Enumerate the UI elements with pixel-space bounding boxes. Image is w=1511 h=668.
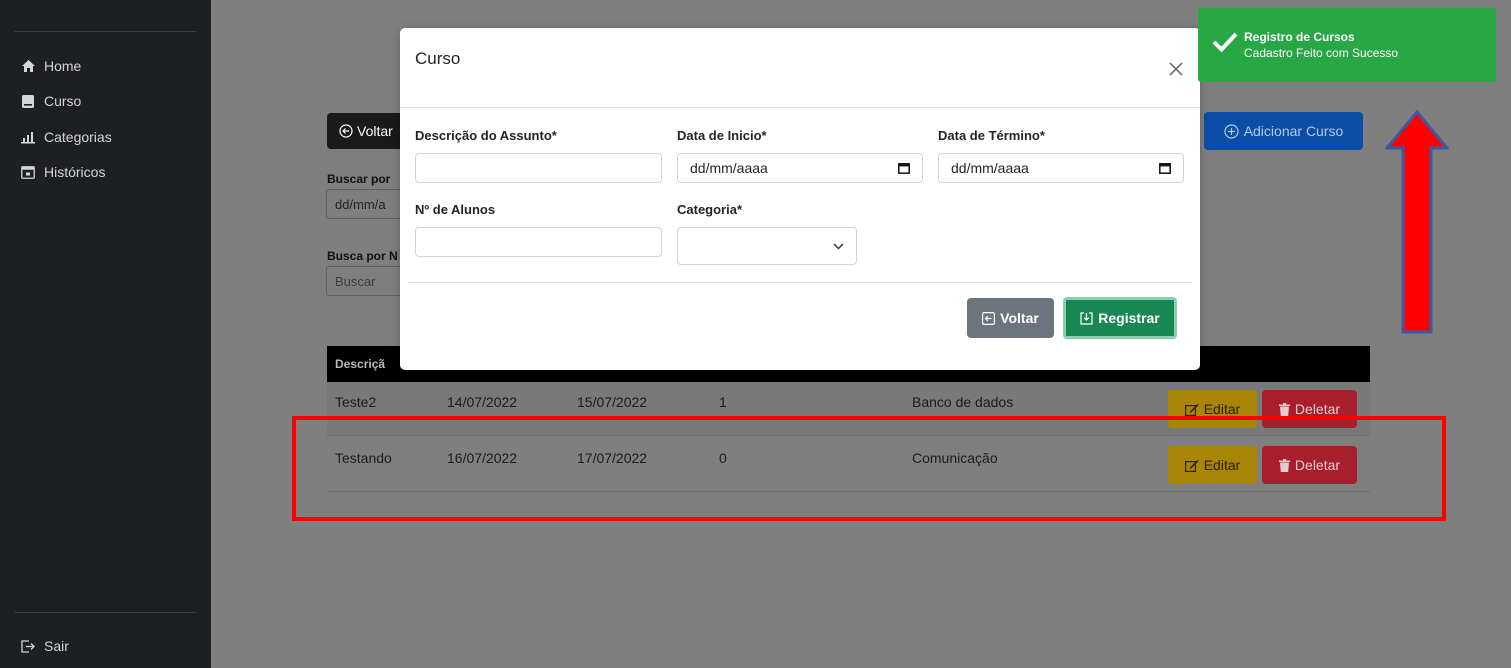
annotation-highlight-box	[292, 416, 1446, 521]
arrow-left-circle-icon	[339, 124, 353, 138]
calendar-icon[interactable]	[898, 162, 910, 174]
cell-inicio: 14/07/2022	[447, 394, 518, 410]
register-button[interactable]: Registrar	[1063, 297, 1177, 339]
sidebar: Home Curso Categorias Históricos Sair	[0, 0, 211, 668]
sidebar-item-home[interactable]: Home	[20, 55, 81, 77]
sidebar-item-label: Home	[44, 58, 82, 74]
search-date-label: Buscar por	[327, 172, 391, 186]
modal-title: Curso	[415, 49, 461, 68]
calendar-icon	[20, 165, 36, 179]
inicio-date-input[interactable]: dd/mm/aaaa	[677, 153, 923, 183]
calendar-icon[interactable]	[1159, 162, 1171, 174]
sidebar-item-label: Curso	[44, 93, 82, 109]
course-modal: Curso Descrição do Assunto* Data de Inic…	[400, 28, 1200, 370]
chevron-down-icon	[833, 242, 844, 250]
add-course-button[interactable]: Adicionar Curso	[1204, 112, 1363, 150]
close-icon	[1169, 62, 1183, 76]
cell-alunos: 1	[719, 394, 727, 410]
bar-chart-icon	[20, 131, 36, 144]
sidebar-item-label: Sair	[44, 638, 69, 654]
home-icon	[20, 60, 36, 72]
alunos-label: Nº de Alunos	[415, 202, 496, 217]
search-name-label: Busca por N	[327, 249, 398, 263]
cell-categoria: Banco de dados	[912, 394, 1014, 410]
check-icon	[1212, 32, 1238, 53]
cell-termino: 15/07/2022	[577, 394, 648, 410]
box-arrow-in-down-icon	[1080, 311, 1093, 325]
descricao-label: Descrição do Assunto*	[415, 128, 557, 143]
success-toast[interactable]: Registro de Cursos Cadastro Feito com Su…	[1198, 8, 1496, 82]
sign-out-icon	[20, 639, 36, 653]
box-arrow-left-icon	[982, 311, 996, 325]
sidebar-divider-bottom	[14, 612, 196, 613]
book-icon	[20, 94, 36, 108]
sidebar-item-label: Históricos	[44, 164, 106, 180]
categoria-label: Categoria*	[677, 202, 743, 217]
plus-circle-icon	[1224, 123, 1239, 139]
cell-descricao: Teste2	[335, 394, 377, 410]
sidebar-item-label: Categorias	[44, 129, 112, 145]
descricao-input[interactable]	[415, 153, 662, 183]
termino-label: Data de Término*	[938, 128, 1045, 143]
modal-header: Curso	[400, 28, 1200, 108]
categoria-select[interactable]	[677, 227, 857, 265]
termino-date-input[interactable]: dd/mm/aaaa	[938, 153, 1184, 183]
close-button[interactable]	[1167, 60, 1185, 78]
modal-back-button[interactable]: Voltar	[967, 298, 1054, 338]
sidebar-item-historicos[interactable]: Históricos	[20, 161, 105, 183]
sidebar-item-categorias[interactable]: Categorias	[20, 126, 112, 148]
annotation-arrow-up	[1385, 110, 1449, 334]
edit-icon	[1184, 403, 1199, 416]
toast-title: Registro de Cursos	[1244, 30, 1355, 44]
sidebar-item-curso[interactable]: Curso	[20, 90, 81, 112]
trash-icon	[1278, 402, 1290, 416]
toast-message: Cadastro Feito com Sucesso	[1244, 46, 1399, 60]
sidebar-divider-top	[14, 31, 196, 32]
sidebar-item-sair[interactable]: Sair	[20, 635, 69, 657]
modal-footer-divider	[408, 282, 1192, 283]
alunos-input[interactable]	[415, 227, 662, 257]
inicio-label: Data de Inicio*	[677, 128, 767, 143]
